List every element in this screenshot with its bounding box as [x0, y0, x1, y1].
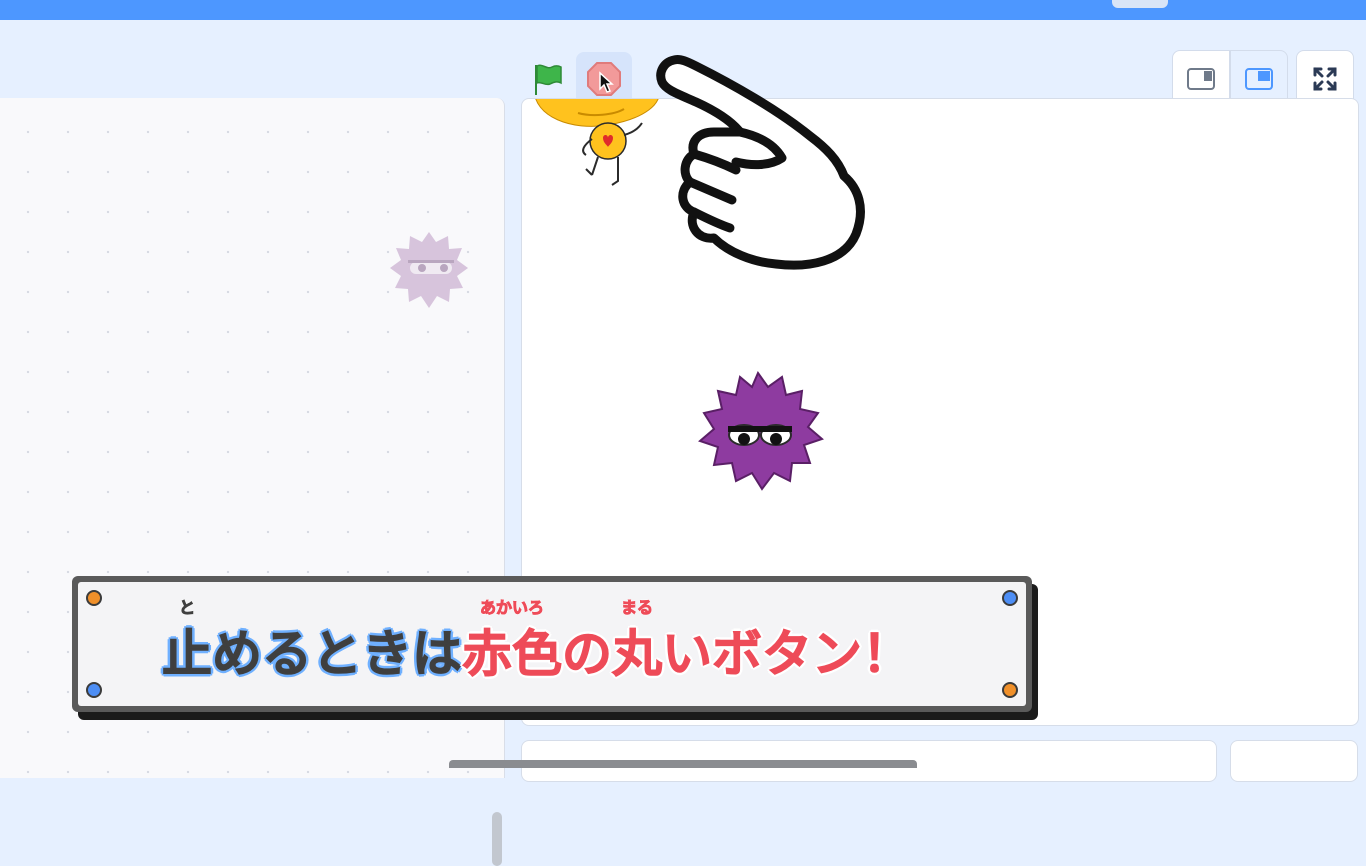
caption-segment: めるときは [212, 624, 463, 684]
caption-segment: あかいろ 赤色 [462, 599, 563, 684]
rivet-bottom-right [1002, 682, 1018, 698]
stop-sign-icon [587, 62, 621, 96]
menu-bar [0, 0, 1366, 20]
small-stage-layout-icon [1187, 68, 1215, 90]
furigana: と [178, 598, 196, 617]
rivet-top-right [1002, 590, 1018, 606]
stage-selector-pane [1230, 740, 1358, 782]
caption-segment-text: 丸 [612, 625, 663, 684]
yellow-character-sprite[interactable] [532, 98, 672, 199]
video-progress-bar [449, 760, 917, 768]
sprite-watermark-icon [390, 232, 468, 308]
caption-text: と 止 めるときは あかいろ 赤色 の まる 丸 いボタン！ [162, 599, 913, 684]
green-flag-icon [535, 64, 562, 95]
furigana: あかいろ [479, 598, 545, 617]
rivet-top-left [86, 590, 102, 606]
purple-gobo-sprite[interactable] [696, 369, 826, 493]
caption-segment: と 止 [162, 599, 213, 684]
caption-segment-text: いボタン！ [662, 625, 913, 684]
rivet-bottom-left [86, 682, 102, 698]
caption-segment: の [562, 624, 613, 684]
green-flag-button[interactable] [526, 58, 568, 100]
caption-panel: と 止 めるときは あかいろ 赤色 の まる 丸 いボタン！ [78, 582, 1026, 706]
fullscreen-icon [1313, 67, 1337, 91]
normal-stage-layout-icon [1245, 68, 1273, 90]
caption-segment-text: 止 [162, 625, 213, 684]
caption-segment: いボタン！ [662, 624, 913, 684]
caption-segment-text: めるときは [212, 625, 463, 684]
caption-segment-text: の [562, 625, 613, 684]
code-area-scrollbar[interactable] [492, 812, 502, 866]
stage-toolbar [0, 20, 1366, 108]
caption-segment-text: 赤色 [462, 625, 563, 684]
caption-banner: と 止 めるときは あかいろ 赤色 の まる 丸 いボタン！ [72, 576, 1032, 712]
menu-bar-item[interactable] [1112, 0, 1168, 8]
caption-segment: まる 丸 [612, 599, 663, 684]
furigana: まる [620, 598, 654, 617]
